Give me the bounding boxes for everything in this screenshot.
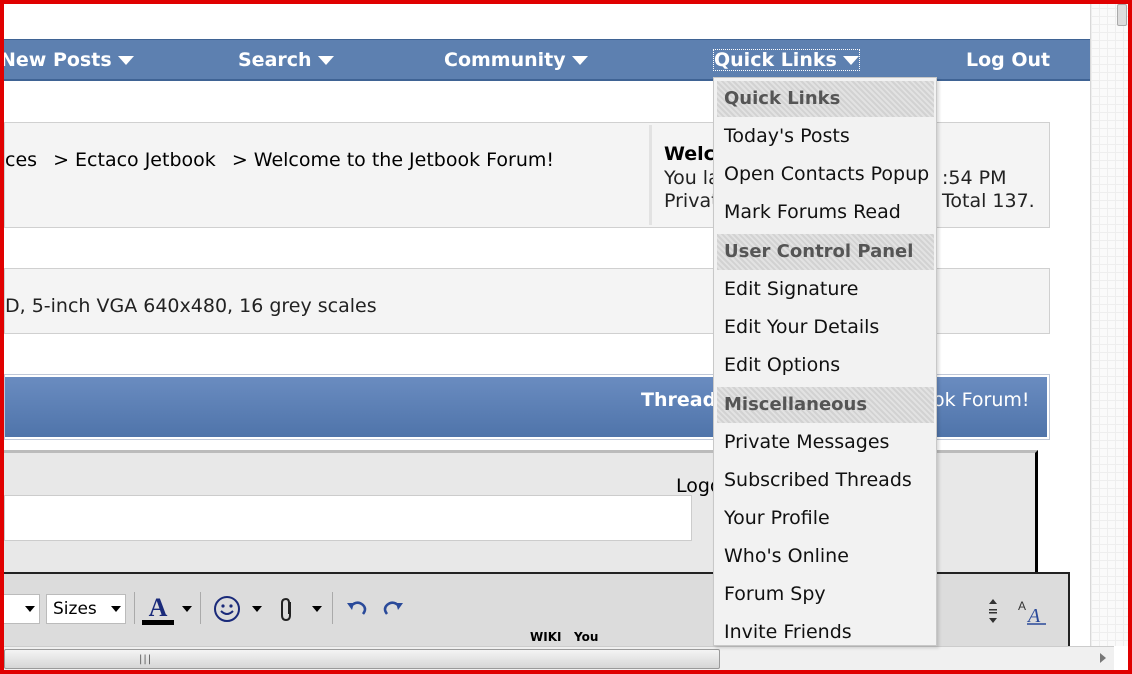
menu-section-header: User Control Panel — [717, 234, 934, 270]
vertical-scrollbar-thumb[interactable] — [1117, 4, 1127, 26]
menu-item-open-contacts-popup[interactable]: Open Contacts Popup — [714, 155, 936, 193]
menu-section-header: Miscellaneous — [717, 387, 934, 423]
nav-quick-links[interactable]: Quick Links — [712, 48, 861, 72]
svg-text:A: A — [149, 594, 168, 622]
nav-search[interactable]: Search — [238, 40, 334, 80]
resize-button[interactable] — [980, 594, 1006, 624]
menu-item-forum-spy[interactable]: Forum Spy — [714, 575, 936, 613]
menu-section-header: Quick Links — [717, 81, 934, 117]
quick-links-menu: Quick Links Today's Posts Open Contacts … — [713, 77, 937, 646]
switch-editor-mode-icon: A A — [1018, 599, 1046, 627]
breadcrumb: ces > Ectaco Jetbook > Welcome to the Je… — [5, 149, 564, 171]
horizontal-scrollbar-thumb[interactable]: ||| — [4, 649, 720, 669]
svg-text:A: A — [1018, 599, 1026, 613]
menu-item-invite-friends[interactable]: Invite Friends — [714, 613, 936, 645]
menu-item-edit-options[interactable]: Edit Options — [714, 346, 936, 384]
font-select[interactable] — [0, 594, 40, 624]
thread-title-left: Thread — [641, 389, 717, 411]
grip-icon: ||| — [139, 654, 153, 665]
nav-quick-links-label: Quick Links — [714, 49, 837, 71]
font-color-icon: A — [142, 593, 174, 625]
nav-community-label: Community — [444, 49, 566, 71]
breadcrumb-current: > Welcome to the Jetbook Forum! — [231, 149, 555, 171]
chevron-down-icon — [117, 56, 134, 65]
chevron-down-icon — [842, 56, 859, 65]
vertical-scrollbar[interactable] — [1090, 0, 1128, 646]
nav-new-posts-label: New Posts — [0, 49, 112, 71]
last-visit-text: You la — [664, 167, 720, 189]
redo-icon — [383, 601, 403, 615]
scroll-right-icon[interactable] — [1100, 653, 1106, 663]
menu-item-todays-posts[interactable]: Today's Posts — [714, 117, 936, 155]
toolbar-separator — [332, 592, 333, 624]
toolbar-separator — [134, 592, 135, 624]
chevron-down-icon[interactable] — [312, 606, 322, 612]
menu-item-whos-online[interactable]: Who's Online — [714, 537, 936, 575]
menu-item-subscribed-threads[interactable]: Subscribed Threads — [714, 461, 936, 499]
private-messages-link[interactable]: Privat — [664, 190, 719, 212]
forum-description: D, 5-inch VGA 640x480, 16 grey scales — [5, 295, 377, 317]
paperclip-icon — [281, 597, 291, 622]
nav-new-posts[interactable]: New Posts — [0, 40, 134, 80]
undo-icon — [347, 601, 367, 615]
title-input[interactable] — [4, 495, 692, 541]
menu-item-edit-signature[interactable]: Edit Signature — [714, 270, 936, 308]
redo-button[interactable] — [378, 594, 408, 624]
resize-arrows-icon — [989, 599, 997, 623]
chevron-down-icon — [111, 606, 121, 612]
smilies-button[interactable] — [210, 594, 244, 624]
attach-button[interactable] — [274, 594, 300, 624]
menu-item-private-messages[interactable]: Private Messages — [714, 423, 936, 461]
switch-mode-button[interactable]: A A — [1014, 594, 1048, 627]
text-color-button[interactable]: A — [140, 593, 176, 625]
toolbar-separator — [200, 592, 201, 624]
private-messages-total: Total 137. — [942, 190, 1035, 212]
nav-search-label: Search — [238, 49, 312, 71]
chevron-down-icon — [571, 56, 588, 65]
breadcrumb-item[interactable]: ces — [5, 149, 37, 171]
nav-log-out-label: Log Out — [966, 49, 1051, 71]
menu-item-mark-forums-read[interactable]: Mark Forums Read — [714, 193, 936, 231]
chevron-down-icon[interactable] — [252, 606, 262, 612]
chevron-down-icon — [317, 56, 334, 65]
smiley-icon — [214, 596, 240, 622]
size-select-label: Sizes — [53, 599, 97, 619]
horizontal-scrollbar[interactable]: ||| — [4, 646, 1114, 670]
breadcrumb-item[interactable]: > Ectaco Jetbook — [53, 149, 216, 171]
chevron-down-icon — [25, 606, 35, 612]
size-select[interactable]: Sizes — [46, 594, 126, 624]
last-visit-time: :54 PM — [942, 167, 1007, 189]
undo-button[interactable] — [342, 594, 372, 624]
menu-item-your-profile[interactable]: Your Profile — [714, 499, 936, 537]
nav-community[interactable]: Community — [444, 40, 588, 80]
menu-item-edit-your-details[interactable]: Edit Your Details — [714, 308, 936, 346]
chevron-down-icon[interactable] — [182, 606, 192, 612]
thread-title-right: ok Forum! — [933, 389, 1030, 411]
main-navbar: New Posts Search Community Quick Links L… — [0, 39, 1090, 81]
nav-log-out[interactable]: Log Out — [966, 40, 1050, 80]
